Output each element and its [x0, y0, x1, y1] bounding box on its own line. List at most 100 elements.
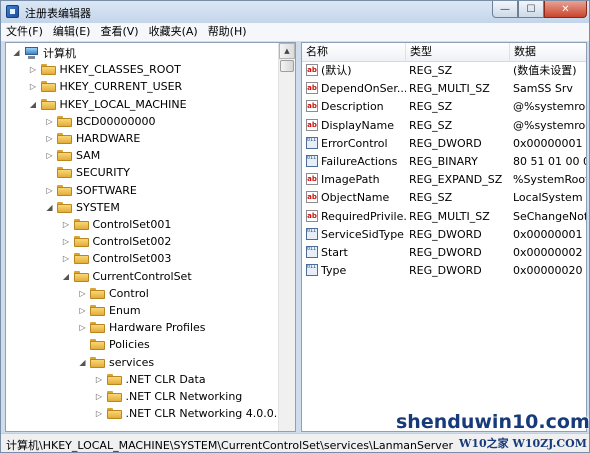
- column-header-name[interactable]: 名称: [302, 43, 406, 61]
- tree-node[interactable]: ▷ Enum: [78, 302, 141, 319]
- scroll-thumb[interactable]: [280, 60, 294, 72]
- tree-node[interactable]: ▷ .NET CLR Networking 4.0.0.0: [95, 405, 284, 422]
- tree-node[interactable]: ◢ 计算机: [12, 44, 76, 61]
- scroll-up-button[interactable]: ▲: [279, 43, 295, 59]
- value-data: (数值未设置): [513, 64, 577, 77]
- value-row[interactable]: abImagePath REG_EXPAND_SZ %SystemRoot%: [302, 171, 586, 189]
- folder-icon: [73, 253, 89, 265]
- collapsed-arrow-icon[interactable]: ▷: [29, 65, 38, 74]
- collapsed-arrow-icon[interactable]: ▷: [62, 220, 71, 229]
- tree-node-label: SYSTEM: [76, 200, 120, 214]
- minimize-button[interactable]: —: [492, 1, 518, 18]
- value-row[interactable]: ab RequiredPrivile... REG_MULTI_SZ SeChange…: [302, 208, 587, 226]
- collapsed-arrow-icon[interactable]: ▷: [29, 82, 38, 91]
- tree-node[interactable]: ▷ BCD00000000: [45, 113, 155, 130]
- menu-item[interactable]: 帮助(H): [203, 23, 252, 41]
- tree-node[interactable]: ◢ HKEY_LOCAL_MACHINE: [29, 96, 187, 113]
- folder-icon: [106, 373, 122, 385]
- collapsed-arrow-icon[interactable]: ▷: [62, 254, 71, 263]
- tree-node-label: HKEY_CLASSES_ROOT: [59, 63, 181, 77]
- value-row[interactable]: ab DependOnSer... REG_MULTI_SZ SamSS Srv: [302, 80, 586, 98]
- tree-node[interactable]: ▷ ControlSet003: [62, 250, 171, 267]
- tree-node[interactable]: ▷ HKEY_CLASSES_ROOT: [29, 61, 181, 78]
- tree-node[interactable]: ▷ Control: [78, 285, 148, 302]
- tree-node-label: Enum: [109, 304, 141, 317]
- tree-node-label: SECURITY: [76, 166, 130, 180]
- tree-node[interactable]: ▷ HARDWARE: [45, 130, 140, 147]
- expanded-arrow-icon[interactable]: ◢: [45, 203, 54, 212]
- folder-icon: [57, 201, 72, 213]
- key-tree-pane[interactable]: ◢ 计算机 ▷ HKEY_CLASSES_ROOT ▷ HKEY_CURRENT_USER…: [5, 42, 296, 432]
- collapsed-arrow-icon[interactable]: ▷: [45, 134, 54, 143]
- menu-item[interactable]: 文件(F): [1, 23, 48, 41]
- value-row[interactable]: ab ObjectName REG_SZ LocalSystem: [302, 189, 586, 207]
- tree-node-label: .NET CLR Networking: [125, 390, 243, 403]
- column-header-data[interactable]: 数据: [510, 43, 586, 61]
- tree-node[interactable]: ▷ .NET CLR Data: [95, 371, 206, 388]
- expanded-arrow-icon[interactable]: ◢: [12, 48, 21, 57]
- value-row[interactable]: ab (默认) REG_SZ (数值未设置): [302, 62, 586, 80]
- binary-value-icon: 011 110: [306, 155, 318, 167]
- tree-node[interactable]: ◢ services: [78, 354, 154, 371]
- collapsed-arrow-icon[interactable]: ▷: [78, 306, 87, 315]
- menu-item[interactable]: 编辑(E): [48, 23, 96, 41]
- collapsed-arrow-icon[interactable]: ▷: [95, 375, 104, 384]
- value-name: ErrorControl: [321, 136, 388, 150]
- tree-node-label: Hardware Profiles: [109, 321, 206, 335]
- value-row[interactable]: 011 110FailureActions REG_BINARY 80 51 01 …: [302, 153, 586, 171]
- site-watermark-sub: W10之家 W10ZJ.COM: [459, 437, 587, 450]
- tree-node[interactable]: ▷ .NET CLR Networking: [95, 388, 243, 405]
- maximize-icon: ☐: [526, 3, 536, 15]
- collapsed-arrow-icon[interactable]: ▷: [78, 323, 87, 332]
- menu-item[interactable]: 查看(V): [95, 23, 143, 41]
- menu-item[interactable]: 收藏夹(A): [144, 23, 203, 41]
- value-row[interactable]: 011 110Start REG_DWORD 0x00000002 (2): [302, 244, 586, 262]
- collapsed-arrow-icon[interactable]: ▷: [45, 117, 54, 126]
- folder-icon: [90, 305, 105, 316]
- maximize-button[interactable]: ☐: [518, 1, 544, 18]
- value-name: ImagePath: [321, 173, 380, 187]
- folder-icon: [90, 287, 105, 299]
- tree-vertical-scrollbar[interactable]: ▲: [278, 43, 295, 431]
- expanded-arrow-icon[interactable]: ◢: [78, 358, 87, 367]
- tree-node[interactable]: ▷ HKEY_CURRENT_USER: [29, 78, 182, 95]
- collapsed-arrow-icon[interactable]: ▷: [95, 392, 104, 401]
- value-type: REG_MULTI_SZ: [409, 209, 490, 223]
- value-data: @%systemroot: [513, 100, 586, 114]
- value-row[interactable]: abDisplayName REG_SZ @%systemroot: [302, 117, 586, 135]
- tree-node[interactable]: Policies: [78, 336, 150, 353]
- tree-node[interactable]: SECURITY: [45, 164, 130, 181]
- value-row[interactable]: 011 110Type REG_DWORD 0x00000020 (3.: [302, 262, 586, 280]
- value-name: ObjectName: [321, 191, 390, 205]
- collapsed-arrow-icon[interactable]: ▷: [95, 409, 104, 418]
- collapsed-arrow-icon[interactable]: ▷: [45, 186, 54, 195]
- tree-node[interactable]: ◢ CurrentControlSet: [62, 268, 192, 285]
- title-bar[interactable]: 注册表编辑器 — ☐ ✕: [1, 1, 589, 23]
- string-value-icon: ab: [306, 118, 318, 131]
- value-name: ServiceSidType: [321, 227, 404, 241]
- status-path: 计算机\HKEY_LOCAL_MACHINE\SYSTEM\CurrentCon…: [6, 439, 454, 452]
- tree-node[interactable]: ▷ SAM: [45, 147, 100, 164]
- column-header-type[interactable]: 类型: [406, 43, 510, 61]
- collapsed-arrow-icon[interactable]: ▷: [78, 289, 87, 298]
- expanded-arrow-icon[interactable]: ◢: [62, 272, 71, 281]
- tree-node[interactable]: ▷ SOFTWARE: [45, 182, 136, 199]
- value-data: %SystemRoot%: [513, 173, 586, 187]
- menu-bar: 文件(F) 编辑(E) 查看(V) 收藏夹(A) 帮助(H): [1, 23, 589, 42]
- value-row[interactable]: 011 110ErrorControl REG_DWORD 0x00000001 (…: [302, 135, 586, 153]
- folder-icon: [73, 270, 89, 282]
- value-row[interactable]: abDescription REG_SZ @%systemroot: [302, 98, 586, 116]
- tree-node[interactable]: ▷ ControlSet002: [62, 233, 171, 250]
- string-value-icon: ab: [306, 64, 318, 76]
- collapsed-arrow-icon[interactable]: ▷: [45, 151, 54, 160]
- close-button[interactable]: ✕: [544, 1, 587, 18]
- folder-icon: [57, 115, 72, 127]
- collapsed-arrow-icon[interactable]: ▷: [62, 237, 71, 246]
- value-list-pane[interactable]: 名称 类型 数据 ab (默认) REG_SZ (数值未设置) ab DependOnSe…: [301, 42, 587, 432]
- value-data: SeChangeNotif: [513, 209, 587, 223]
- value-row[interactable]: 011 110ServiceSidType REG_DWORD 0x00000001…: [302, 226, 586, 244]
- tree-node[interactable]: ▷ ControlSet001: [62, 216, 171, 233]
- expanded-arrow-icon[interactable]: ◢: [29, 100, 38, 109]
- tree-node[interactable]: ◢ SYSTEM: [45, 199, 120, 216]
- tree-node[interactable]: ▷ Hardware Profiles: [78, 319, 206, 336]
